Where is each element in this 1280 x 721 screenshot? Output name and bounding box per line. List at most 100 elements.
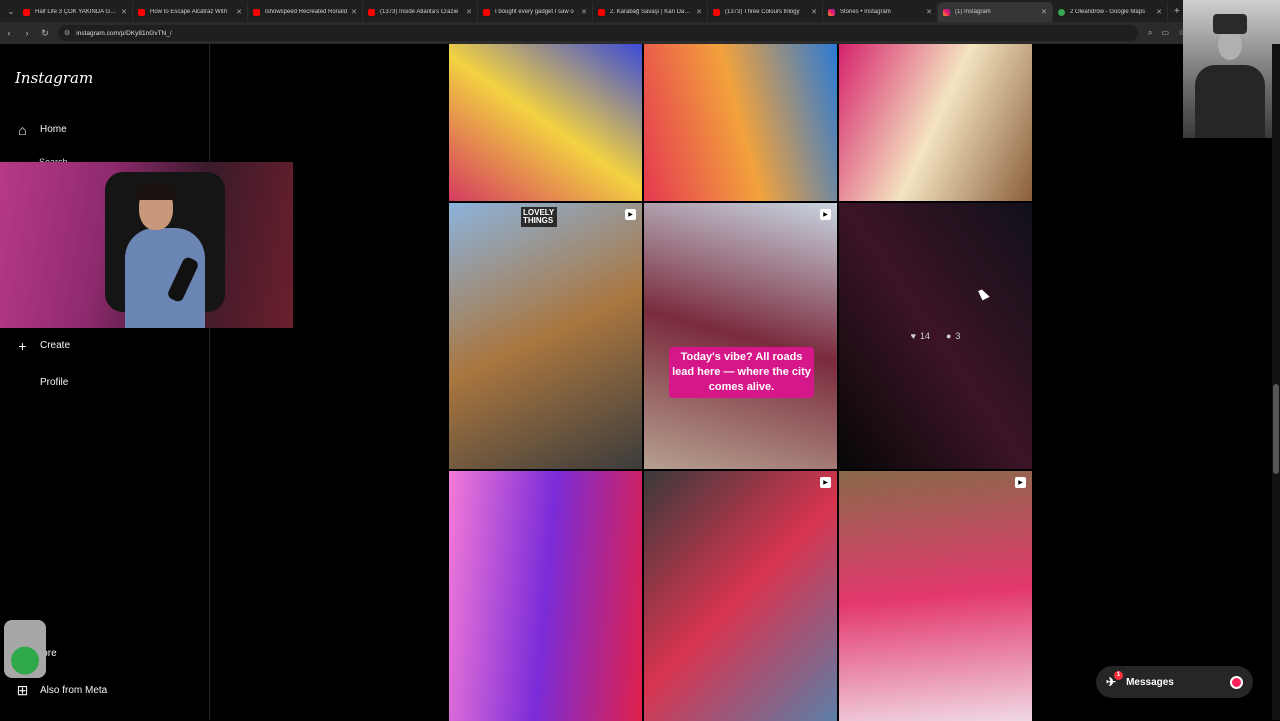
url-text: instagram.com/p/DKy81nGvTN_/ [76, 29, 172, 37]
tab-strip: Half Life 3 ÇOK YAKINDA Geliy ✕ How to Esc… [18, 0, 1168, 22]
tab-title: Half Life 3 ÇOK YAKINDA Geliy [35, 9, 118, 15]
tab-close-icon[interactable]: ✕ [696, 8, 702, 16]
browser-address-bar: ‹ › ↻ ⚙ instagram.com/p/DKy81nGvTN_/ ⌕ ▭… [0, 22, 1280, 44]
browser-tab-bar: ⌄ Half Life 3 ÇOK YAKINDA Geliy ✕ How to E… [0, 0, 1280, 22]
tab-close-icon[interactable]: ✕ [236, 8, 242, 16]
profile-post-grid: LOVELY THINGS ▶ Today's vibe? All roads le… [449, 44, 1033, 721]
tab-title: (1373) Inside Atlanta's Crazie [380, 9, 459, 15]
search-lens-icon[interactable]: ⌕ [1148, 28, 1152, 38]
likes-count: 14 [919, 331, 930, 341]
tab-9[interactable]: 2 Oleandrów - Google Maps ✕ [1053, 2, 1168, 22]
youtube-favicon-icon [598, 8, 605, 16]
instagram-favicon-icon [943, 8, 950, 16]
likes-stat: ♥ 14 [911, 331, 930, 341]
site-info-icon[interactable]: ⚙ [64, 29, 70, 37]
tab-title: 2 Oleandrów - Google Maps [1070, 9, 1146, 15]
sidebar-item-also-from-meta[interactable]: ⊞ Also from Meta [14, 682, 108, 699]
tab-1[interactable]: How to Escape Alcatraz With ✕ [133, 2, 248, 22]
streamer-hair [137, 182, 175, 200]
avatar-dot [1230, 675, 1243, 689]
instagram-logo[interactable]: Instagram [15, 69, 93, 87]
messages-button[interactable]: ✈ 1 Messages [1096, 666, 1253, 698]
hover-stats-overlay[interactable]: ♥ 14 ● 3 [839, 203, 1032, 469]
reel-icon: ▶ [625, 209, 636, 220]
tab-close-icon[interactable]: ✕ [1041, 8, 1047, 16]
youtube-favicon-icon [483, 8, 490, 16]
tab-title: Ishowspeed Recreated Ronald [265, 9, 348, 15]
back-icon[interactable]: ‹ [0, 28, 18, 38]
tile-red-creature-mural[interactable] [449, 471, 642, 721]
messenger-icon: ✈ 1 [1106, 671, 1123, 689]
webcam-overlay [0, 162, 293, 328]
plus-icon: + [18, 337, 27, 354]
url-input[interactable]: ⚙ instagram.com/p/DKy81nGvTN_/ [58, 25, 1138, 41]
tile-hovered-post[interactable]: ♥ 14 ● 3 [839, 203, 1032, 469]
address-bar-actions: ⌕ ▭ ☆ [1148, 28, 1185, 38]
tab-2[interactable]: Ishowspeed Recreated Ronald ✕ [248, 2, 363, 22]
comments-count: 3 [955, 331, 961, 341]
tab-title: 2. Karabağ Savaşı | Kan Davas [610, 9, 693, 15]
tab-close-icon[interactable]: ✕ [926, 8, 932, 16]
youtube-favicon-icon [253, 8, 260, 16]
tab-title: Stories • Instagram [840, 9, 891, 15]
sidebar-item-create[interactable]: + Create [14, 337, 70, 354]
tile-shop-shelf[interactable] [839, 44, 1032, 201]
tile-pins-wall[interactable] [644, 44, 837, 201]
tab-search-dropdown-icon[interactable]: ⌄ [4, 0, 18, 22]
youtube-favicon-icon [138, 8, 145, 16]
tab-close-icon[interactable]: ✕ [466, 8, 472, 16]
forward-icon[interactable]: › [18, 28, 36, 38]
tile-fabric-prints[interactable] [449, 44, 642, 201]
tile-apartment-patio[interactable]: ▶ [644, 471, 837, 721]
page-scrollbar[interactable] [1272, 44, 1280, 720]
comment-icon: ● [945, 331, 952, 341]
reel-icon: ▶ [1015, 477, 1026, 488]
tab-8[interactable]: (1) Instagram ✕ [938, 2, 1053, 22]
tab-close-icon[interactable]: ✕ [581, 8, 587, 16]
tab-title: (1) Instagram [955, 9, 991, 15]
photo-hat-shape [1213, 14, 1247, 34]
profile-icon [14, 374, 31, 391]
photo-face-shape [1218, 30, 1242, 60]
tab-close-icon[interactable]: ✕ [351, 8, 357, 16]
tab-0[interactable]: Half Life 3 ÇOK YAKINDA Geliy ✕ [18, 2, 133, 22]
tab-4[interactable]: I bought every gadget I saw o ✕ [478, 2, 593, 22]
cast-icon[interactable]: ▭ [1161, 28, 1169, 38]
corner-photo-overlay [1183, 0, 1280, 138]
tab-7[interactable]: Stories • Instagram ✕ [823, 2, 938, 22]
instagram-sidebar: Instagram ⌂ Home Search + Create Profile… [0, 44, 210, 720]
tab-title: How to Escape Alcatraz With [150, 9, 228, 15]
tab-6[interactable]: (1373) Three Colours trilogy ✕ [708, 2, 823, 22]
scrollbar-thumb[interactable] [1273, 384, 1279, 474]
tab-title: I bought every gadget I saw o [495, 9, 574, 15]
tile-container-shop[interactable]: Today's vibe? All roads lead here — wher… [644, 203, 837, 469]
reel-icon: ▶ [820, 209, 831, 220]
sidebar-item-label: Profile [40, 377, 69, 388]
unread-badge: 1 [1114, 671, 1123, 680]
tab-title: (1373) Three Colours trilogy [725, 9, 800, 15]
tab-5[interactable]: 2. Karabağ Savaşı | Kan Davas ✕ [593, 2, 708, 22]
tab-3[interactable]: (1373) Inside Atlanta's Crazie ✕ [363, 2, 478, 22]
streamer-figure [125, 182, 205, 328]
post-caption-text: Today's vibe? All roads lead here — wher… [669, 347, 814, 398]
new-tab-icon[interactable]: + [1174, 6, 1180, 17]
youtube-favicon-icon [23, 8, 30, 16]
meta-icon: ⊞ [16, 682, 29, 698]
maps-favicon-icon [1058, 8, 1065, 16]
tab-close-icon[interactable]: ✕ [811, 8, 817, 16]
tile-lovely-things-storefront[interactable]: LOVELY THINGS ▶ [449, 203, 642, 469]
reel-icon: ▶ [820, 477, 831, 488]
tile-curtain-shop[interactable]: ▶ [839, 471, 1032, 721]
reload-icon[interactable]: ↻ [36, 28, 54, 39]
instagram-favicon-icon [828, 8, 835, 16]
home-icon: ⌂ [18, 121, 27, 138]
desktop-widget-jar [4, 620, 46, 678]
sidebar-item-label: Home [40, 124, 67, 135]
sidebar-item-home[interactable]: ⌂ Home [14, 121, 67, 138]
sidebar-item-profile[interactable]: Profile [14, 374, 68, 391]
tab-close-icon[interactable]: ✕ [1156, 8, 1162, 16]
youtube-favicon-icon [713, 8, 720, 16]
sidebar-item-label: Create [40, 340, 71, 351]
tab-close-icon[interactable]: ✕ [121, 8, 127, 16]
storefront-sign-text: LOVELY THINGS [521, 207, 557, 227]
